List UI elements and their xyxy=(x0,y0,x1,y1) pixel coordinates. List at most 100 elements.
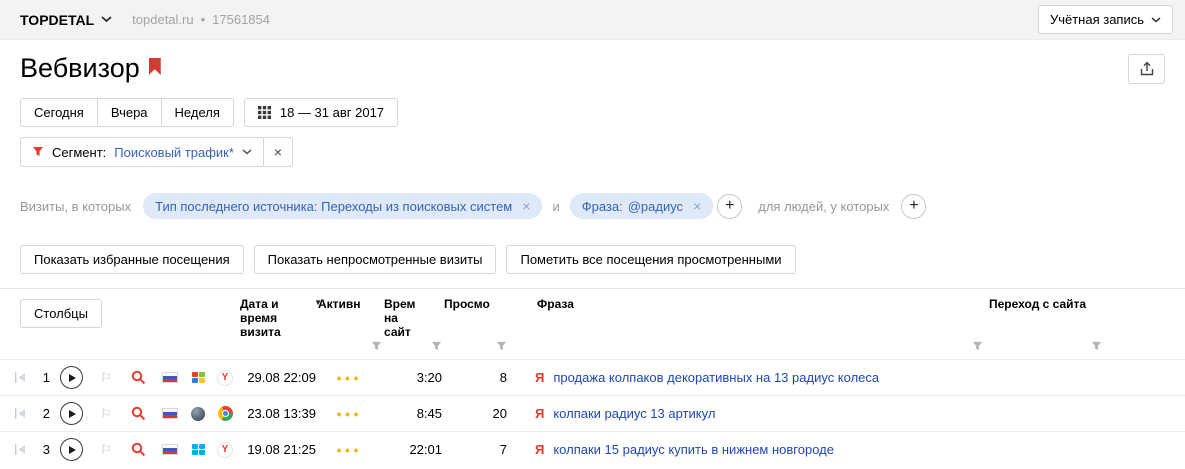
segment-close-button[interactable]: × xyxy=(264,137,293,167)
filter-funnel-icon[interactable] xyxy=(371,339,384,355)
chip-close-icon[interactable]: × xyxy=(522,198,530,214)
chevron-down-icon xyxy=(1151,17,1161,23)
sort-desc-icon[interactable]: ▼ xyxy=(314,298,322,307)
condition-conjunction: и xyxy=(552,199,559,214)
row-number: 3 xyxy=(32,442,50,457)
filter-condition-row: Визиты, в которых Тип последнего источни… xyxy=(20,193,1165,219)
filter-funnel-icon[interactable] xyxy=(972,339,985,355)
table-row: 2 ⚐ 23.08 13:39 ●●● 8:45 20 Я колпаки ра… xyxy=(0,395,1185,431)
export-icon xyxy=(1139,61,1155,77)
visit-datetime: 29.08 22:09 xyxy=(238,370,316,385)
date-yesterday-button[interactable]: Вчера xyxy=(97,98,162,127)
date-week-button[interactable]: Неделя xyxy=(161,98,234,127)
phrase-chip-label: Фраза: xyxy=(582,199,623,214)
account-button[interactable]: Учётная запись xyxy=(1038,5,1173,34)
date-range-label: 18 — 31 авг 2017 xyxy=(280,105,384,120)
play-icon xyxy=(69,446,76,454)
play-icon xyxy=(69,374,76,382)
yandex-browser-icon: Y xyxy=(217,370,233,386)
date-filter-row: Сегодня Вчера Неделя 18 — 31 авг 2017 xyxy=(20,98,1165,127)
views-count: 8 xyxy=(442,370,507,385)
date-preset-group: Сегодня Вчера Неделя xyxy=(20,98,234,127)
phrase-chip[interactable]: Фраза: @радиус × xyxy=(570,193,714,219)
pin-visit-icon[interactable] xyxy=(8,372,32,383)
views-count: 20 xyxy=(442,406,507,421)
pin-visit-icon[interactable] xyxy=(8,444,32,455)
header-activity-label[interactable]: Активн xyxy=(318,297,384,311)
yandex-icon: Я xyxy=(535,370,544,385)
date-range-button[interactable]: 18 — 31 авг 2017 xyxy=(244,98,398,127)
counter-id: 17561854 xyxy=(212,12,270,27)
show-unviewed-button[interactable]: Показать непросмотренные визиты xyxy=(254,245,497,274)
header-exit-link: Переход с сайта xyxy=(985,297,1185,355)
bullet-separator: • xyxy=(201,12,206,27)
chevron-down-icon xyxy=(101,16,112,23)
segment-button[interactable]: Сегмент: Поисковый трафик* xyxy=(20,137,264,167)
activity-dots: ●●● xyxy=(316,409,382,419)
segment-prefix: Сегмент: xyxy=(52,145,106,160)
chevron-down-icon xyxy=(242,149,252,155)
pin-visit-icon[interactable] xyxy=(8,408,32,419)
header-datetime: Дата и время визита ▼ xyxy=(240,297,318,355)
visits-condition-label: Визиты, в которых xyxy=(20,199,131,214)
filter-funnel-icon[interactable] xyxy=(431,339,444,355)
russia-flag-icon xyxy=(162,372,178,383)
play-icon xyxy=(69,410,76,418)
source-type-chip[interactable]: Тип последнего источника: Переходы из по… xyxy=(143,193,542,219)
yandex-icon: Я xyxy=(535,442,544,457)
search-phrase-link[interactable]: колпаки 15 радиус купить в нижнем новгор… xyxy=(553,442,834,457)
filter-funnel-icon[interactable] xyxy=(1091,339,1104,355)
chip-close-icon[interactable]: × xyxy=(693,198,701,214)
counter-switcher[interactable]: TOPDETAL xyxy=(20,12,112,28)
table-header: Столбцы Дата и время визита ▼ Активн Вре… xyxy=(0,289,1185,359)
header-time-on-site: Врем на сайт xyxy=(384,297,444,355)
search-phrase-link[interactable]: продажа колпаков декоративных на 13 ради… xyxy=(553,370,879,385)
search-phrase-link[interactable]: колпаки радиус 13 артикул xyxy=(553,406,715,421)
site-domain: topdetal.ru xyxy=(132,12,193,27)
views-count: 7 xyxy=(442,442,507,457)
yandex-search-icon xyxy=(120,442,156,457)
account-label: Учётная запись xyxy=(1050,12,1144,27)
mark-all-viewed-button[interactable]: Пометить все посещения просмотренными xyxy=(506,245,795,274)
source-type-chip-text: Тип последнего источника: Переходы из по… xyxy=(155,199,512,214)
header-time-on-site-label[interactable]: Врем на сайт xyxy=(384,297,420,339)
title-row: Вебвизор xyxy=(20,52,1165,84)
funnel-icon xyxy=(32,146,44,158)
header-exit-link-label[interactable]: Переход с сайта xyxy=(989,297,1185,311)
export-button[interactable] xyxy=(1128,54,1165,84)
filter-funnel-icon[interactable] xyxy=(496,339,509,355)
visits-table: Столбцы Дата и время визита ▼ Активн Вре… xyxy=(0,288,1185,467)
activity-dots: ●●● xyxy=(316,373,382,383)
add-people-condition-button[interactable]: + xyxy=(901,194,926,219)
header-phrase: Фраза xyxy=(509,297,985,355)
yandex-search-icon xyxy=(120,370,156,385)
columns-button[interactable]: Столбцы xyxy=(20,299,102,328)
favorite-flag-icon[interactable]: ⚐ xyxy=(92,442,120,458)
segment-row: Сегмент: Поисковый трафик* × xyxy=(20,137,1165,167)
row-number: 1 xyxy=(32,370,50,385)
russia-flag-icon xyxy=(162,444,178,455)
visit-datetime: 23.08 13:39 xyxy=(238,406,316,421)
show-favorites-button[interactable]: Показать избранные посещения xyxy=(20,245,244,274)
date-today-button[interactable]: Сегодня xyxy=(20,98,98,127)
header-views-label[interactable]: Просмо xyxy=(444,297,509,311)
header-datetime-label[interactable]: Дата и время визита xyxy=(240,297,318,339)
site-info: topdetal.ru • 17561854 xyxy=(132,12,270,27)
header-phrase-label[interactable]: Фраза xyxy=(537,297,985,311)
table-row: 1 ⚐ Y 29.08 22:09 ●●● 3:20 8 Я продажа к… xyxy=(0,359,1185,395)
play-button[interactable] xyxy=(60,366,83,389)
counter-name: TOPDETAL xyxy=(20,12,94,28)
add-visit-condition-button[interactable]: + xyxy=(717,194,742,219)
play-button[interactable] xyxy=(60,402,83,425)
favorite-flag-icon[interactable]: ⚐ xyxy=(92,370,120,386)
bookmark-icon[interactable] xyxy=(149,58,161,75)
favorite-flag-icon[interactable]: ⚐ xyxy=(92,406,120,422)
play-button[interactable] xyxy=(60,438,83,461)
activity-dots: ●●● xyxy=(316,445,382,455)
phrase-chip-value: @радиус xyxy=(628,199,683,214)
calendar-grid-icon xyxy=(258,106,271,119)
windows-xp-icon xyxy=(192,372,205,383)
time-on-site: 8:45 xyxy=(382,406,442,421)
visit-datetime: 19.08 21:25 xyxy=(238,442,316,457)
time-on-site: 22:01 xyxy=(382,442,442,457)
